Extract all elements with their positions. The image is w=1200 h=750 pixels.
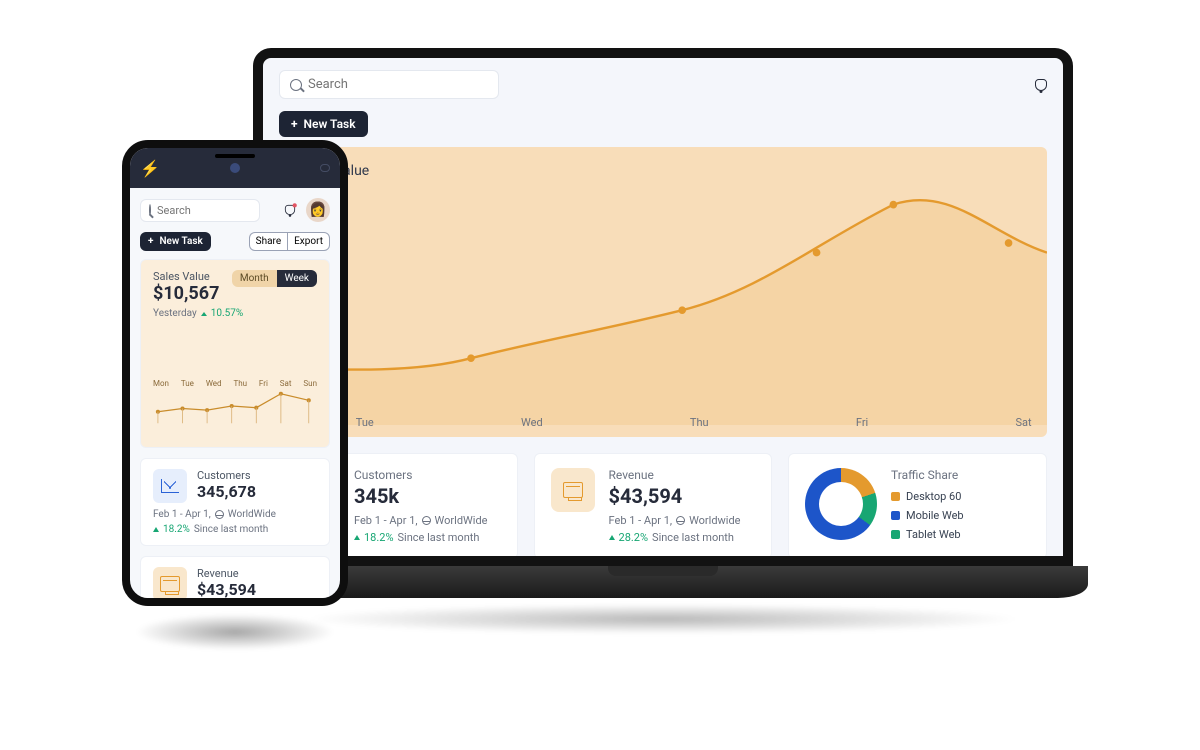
phone-shadow <box>135 614 335 650</box>
seg-week[interactable]: Week <box>277 270 317 287</box>
search-icon <box>290 79 302 91</box>
card-value: $43,594 <box>197 580 256 599</box>
laptop-shadow <box>303 604 1023 634</box>
seg-month[interactable]: Month <box>232 270 277 287</box>
xtick: Fri <box>856 416 868 429</box>
export-button[interactable]: Export <box>287 232 330 251</box>
period-segmented: Month Week <box>232 270 317 287</box>
stat-value: $43,594 <box>609 484 756 508</box>
traffic-card-laptop: Traffic Share Desktop 60 Mobile Web Tabl… <box>788 453 1047 559</box>
card-title: Customers <box>197 469 256 482</box>
laptop-mockup: + New Task Sales Value Tue Wed Thu Fri S… <box>238 48 1088 634</box>
traffic-donut-icon <box>805 468 877 540</box>
sales-mini-chart: MonTue WedThu FriSat Sun <box>153 379 317 437</box>
up-arrow-icon <box>201 312 207 316</box>
stat-title: Customers <box>354 468 501 482</box>
chart-icon <box>153 469 187 503</box>
globe-icon <box>422 516 431 525</box>
globe-icon <box>215 510 224 519</box>
traffic-legend: Desktop 60 Mobile Web Tablet Web <box>891 490 1030 541</box>
bolt-icon[interactable]: ⚡ <box>140 159 160 178</box>
xtick: Tue <box>356 416 374 429</box>
new-task-button-phone[interactable]: + New Task <box>140 232 211 251</box>
legend-swatch-icon <box>891 511 900 520</box>
up-arrow-icon <box>609 535 615 540</box>
revenue-card-laptop: Revenue $43,594 Feb 1 - Apr 1,Worldwide … <box>534 453 773 559</box>
laptop-base <box>238 566 1088 598</box>
card-title: Sales Value <box>153 270 219 283</box>
card-sub: Yesterday 10.57% <box>153 308 317 319</box>
card-range: Feb 1 - Apr 1,WorldWide <box>153 509 317 520</box>
new-task-label: New Task <box>159 236 202 247</box>
xtick: Wed <box>521 416 543 429</box>
legend-label: Desktop 60 <box>906 490 961 503</box>
stat-value: 345k <box>354 484 501 508</box>
stat-title: Revenue <box>609 468 756 482</box>
revenue-card-phone: Revenue $43,594 Feb 1 - Apr 1,Worldwide … <box>140 556 330 606</box>
share-export-group: Share Export <box>249 232 330 251</box>
legend-label: Mobile Web <box>906 509 964 522</box>
laptop-screen: + New Task Sales Value Tue Wed Thu Fri S… <box>253 48 1073 566</box>
legend-swatch-icon <box>891 530 900 539</box>
register-icon <box>153 567 187 601</box>
card-title: Revenue <box>197 567 256 580</box>
bell-icon[interactable] <box>285 205 295 215</box>
plus-icon: + <box>291 117 298 131</box>
stat-range: Feb 1 - Apr 1,Worldwide <box>609 514 756 527</box>
bell-icon[interactable] <box>1035 79 1047 91</box>
register-icon <box>551 468 595 512</box>
menu-button[interactable] <box>320 164 330 172</box>
search-input-laptop[interactable] <box>279 70 499 99</box>
avatar[interactable]: 👩 <box>306 198 330 222</box>
plus-icon: + <box>148 236 153 247</box>
new-task-button-laptop[interactable]: + New Task <box>279 111 368 137</box>
legend-swatch-icon <box>891 492 900 501</box>
sales-line-svg <box>279 147 1047 425</box>
search-field-phone[interactable] <box>157 204 297 217</box>
stat-range: Feb 1 - Apr 1,WorldWide <box>354 514 501 527</box>
notification-dot-icon <box>293 203 297 207</box>
globe-icon <box>676 516 685 525</box>
chart-xticks: Tue Wed Thu Fri Sat <box>356 416 1032 429</box>
search-field-laptop[interactable] <box>308 77 488 92</box>
up-arrow-icon <box>354 535 360 540</box>
xtick: Sat <box>1015 416 1031 429</box>
phone-speaker <box>215 154 255 158</box>
share-button[interactable]: Share <box>249 232 287 251</box>
stat-title: Traffic Share <box>891 468 1030 482</box>
xtick: Thu <box>690 416 709 429</box>
search-icon <box>149 204 151 216</box>
sales-chart-laptop: Sales Value Tue Wed Thu Fri Sat <box>279 147 1047 437</box>
customers-card-phone: Customers 345,678 Feb 1 - Apr 1,WorldWid… <box>140 458 330 546</box>
phone-mockup: ⚡ 👩 + New Task Share Export <box>122 140 348 650</box>
phone-screen: ⚡ 👩 + New Task Share Export <box>122 140 348 606</box>
stat-delta: 18.2% Since last month <box>354 531 501 544</box>
stat-delta: 28.2% Since last month <box>609 531 756 544</box>
search-input-phone[interactable] <box>140 199 260 222</box>
card-value: $10,567 <box>153 283 219 304</box>
card-value: 345,678 <box>197 482 256 501</box>
up-arrow-icon <box>153 527 159 532</box>
new-task-label: New Task <box>304 117 356 131</box>
sales-card-phone: Sales Value $10,567 Month Week Yesterday… <box>140 259 330 448</box>
brand-dot-icon <box>230 163 240 173</box>
legend-label: Tablet Web <box>906 528 961 541</box>
card-delta: 18.2% Since last month <box>153 524 317 535</box>
